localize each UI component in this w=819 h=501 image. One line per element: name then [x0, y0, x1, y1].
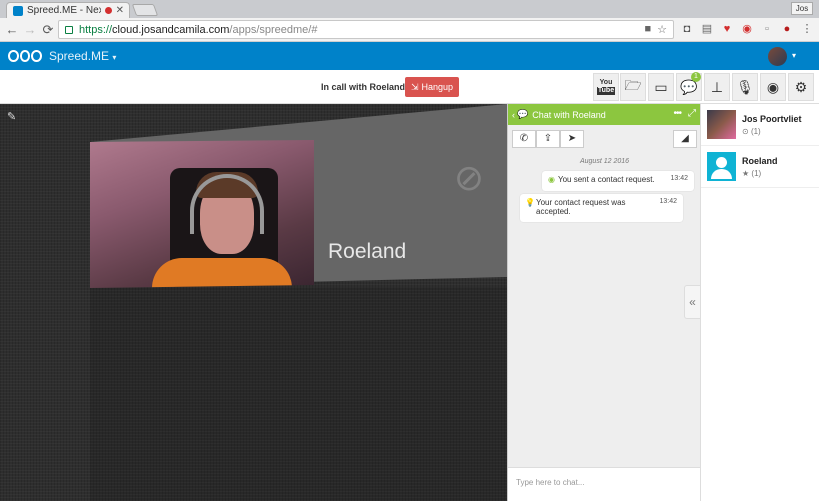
hangup-label: Hangup: [421, 82, 454, 92]
app-name: Spreed.ME: [49, 49, 110, 63]
phone-icon[interactable]: ✆: [512, 130, 536, 148]
expand-icon[interactable]: ⤢: [688, 108, 696, 119]
hierarchy-icon[interactable]: ⊥: [704, 73, 730, 101]
chat-message: 💡 Your contact request was accepted. 13:…: [520, 194, 683, 222]
more-options-icon[interactable]: •••: [673, 108, 681, 119]
extension-icon[interactable]: ▫: [760, 22, 774, 36]
youtube-label-bottom: Tube: [596, 87, 616, 95]
bookmark-star-icon[interactable]: ☆: [657, 23, 667, 36]
youtube-label-top: You: [599, 79, 613, 86]
menu-icon[interactable]: ⋮: [800, 22, 814, 36]
chat-header: ‹ 💬 Chat with Roeland ••• ⤢: [508, 104, 701, 125]
peer-name: Roeland: [328, 240, 407, 263]
chat-input[interactable]: Type here to chat...: [508, 467, 701, 501]
call-status: In call with Roeland: [321, 82, 406, 92]
url-host: cloud.josandcamila.com: [112, 23, 230, 36]
chat-panel: ‹ 💬 Chat with Roeland ••• ⤢ ✆ ⇪ ➤ ◢ Augu…: [507, 104, 701, 501]
youtube-button[interactable]: You Tube: [593, 73, 619, 101]
screenshare-icon[interactable]: ▭: [648, 73, 674, 101]
call-toolbar: In call with Roeland ⇲ Hangup You Tube 🗁…: [0, 70, 819, 104]
tab-title: Spreed.ME - Nextclo: [27, 5, 101, 16]
chat-title: Chat with Roeland: [532, 109, 606, 120]
eye-icon[interactable]: ◉: [760, 73, 786, 101]
star-icon: ★: [742, 169, 750, 178]
app-menu[interactable]: Spreed.ME ▾: [49, 49, 116, 63]
buddy-item[interactable]: Roeland ★ (1): [701, 146, 819, 188]
browser-tab[interactable]: Spreed.ME - Nextclo ✕: [6, 2, 130, 18]
camera-off-eye-icon: ⊘: [453, 157, 485, 198]
nextcloud-header: Spreed.ME ▾ ▾: [0, 42, 819, 70]
chat-button[interactable]: 💬 1: [676, 72, 702, 101]
opera-icon[interactable]: ◉: [740, 22, 754, 36]
collapse-panel-icon[interactable]: «: [684, 285, 700, 319]
camera-icon[interactable]: ■: [644, 23, 651, 36]
nextcloud-logo-icon[interactable]: [8, 50, 43, 62]
buddy-session-count: (1): [751, 169, 762, 178]
forward-icon[interactable]: →: [22, 22, 38, 38]
eye-icon: ◉: [548, 175, 555, 184]
nextcloud-favicon-icon: [13, 5, 23, 16]
edit-icon[interactable]: ✎: [7, 110, 16, 123]
extension-icon[interactable]: ▤: [700, 22, 714, 36]
buddy-name: Jos Poortvliet: [742, 114, 802, 124]
chat-bubbles-icon: 💬: [517, 109, 529, 119]
chevron-down-icon[interactable]: ▾: [792, 51, 796, 60]
buddy-sessions: ⊙ (1): [742, 127, 761, 136]
avatar: [707, 110, 736, 139]
buddy-sessions: ★ (1): [742, 169, 761, 178]
new-tab-button[interactable]: [131, 4, 159, 16]
settings-gear-icon[interactable]: ⚙: [788, 73, 814, 101]
url-scheme: https://: [79, 23, 113, 36]
profile-button[interactable]: Jos: [791, 2, 813, 15]
extension-icon[interactable]: ●: [780, 22, 794, 36]
chat-message: ◉ You sent a contact request. 13:42: [542, 171, 694, 191]
chevron-left-icon[interactable]: ‹: [512, 110, 515, 120]
message-text: Your contact request was accepted.: [536, 198, 626, 216]
chat-badge: 1: [691, 72, 701, 82]
recording-icon: [104, 7, 112, 14]
avatar: [707, 152, 736, 181]
buddy-item[interactable]: Jos Poortvliet ⊙ (1): [701, 104, 819, 146]
url-path: /apps/spreedme/#: [229, 23, 318, 36]
browser-tab-strip: Spreed.ME - Nextclo ✕ Jos: [0, 0, 819, 18]
lock-icon: [65, 25, 73, 34]
lightbulb-icon: 💡: [525, 198, 535, 207]
buddy-session-count: (1): [750, 127, 761, 136]
message-time: 13:42: [670, 175, 688, 182]
video-shirt: [152, 258, 292, 288]
eraser-icon[interactable]: ◢: [673, 130, 697, 148]
pocket-icon[interactable]: ◘: [680, 22, 694, 36]
address-bar-row: ← → ⟳ https://cloud.josandcamila.com/app…: [0, 18, 819, 42]
folder-icon[interactable]: 🗁: [620, 73, 646, 101]
chat-date: August 12 2016: [579, 158, 630, 165]
remote-video-feed: [90, 140, 314, 288]
url-bar[interactable]: https://cloud.josandcamila.com/apps/spre…: [58, 20, 674, 39]
hangup-icon: ⇲: [410, 81, 419, 92]
reload-icon[interactable]: ⟳: [40, 22, 56, 38]
location-icon[interactable]: ➤: [560, 130, 584, 148]
buddy-name: Roeland: [742, 156, 778, 166]
chat-action-buttons: ✆ ⇪ ➤: [512, 130, 584, 148]
video-area: ✎ ⊘ Roeland: [0, 104, 507, 501]
buddy-list: Jos Poortvliet ⊙ (1) Roeland ★ (1): [700, 104, 819, 501]
message-text: You sent a contact request.: [557, 175, 655, 184]
back-icon[interactable]: ←: [4, 22, 20, 38]
session-icon: ⊙: [742, 127, 749, 136]
share-file-icon[interactable]: ⇪: [536, 130, 560, 148]
microphone-icon[interactable]: 🎙: [732, 73, 758, 101]
heart-icon[interactable]: ♥: [720, 22, 734, 36]
hangup-button[interactable]: ⇲ Hangup: [405, 77, 459, 97]
peer-shadow: [90, 287, 507, 501]
message-time: 13:42: [659, 198, 677, 205]
chevron-down-icon: ▾: [112, 53, 117, 62]
tab-close-button[interactable]: ✕: [116, 5, 124, 16]
avatar[interactable]: [768, 47, 787, 66]
